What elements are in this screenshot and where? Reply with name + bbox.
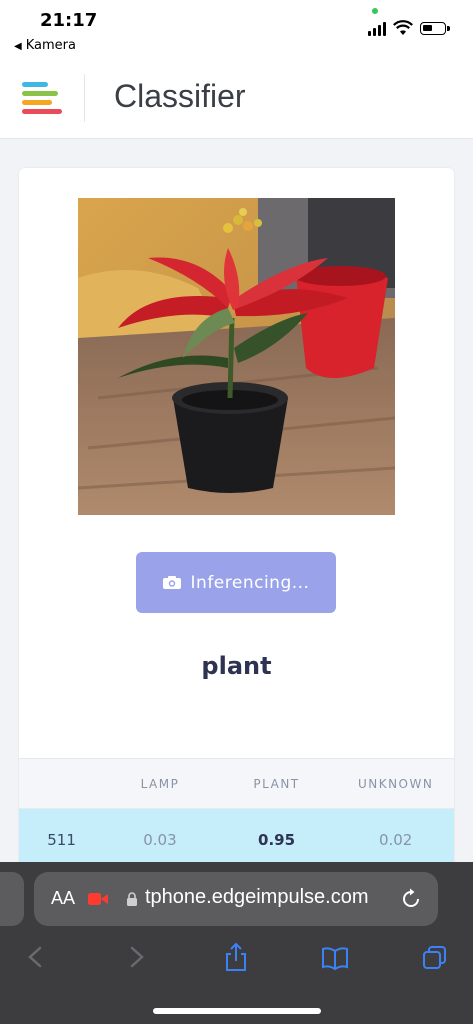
results-table: LAMP PLANT UNKNOWN 511 0.03 0.95 0.02 [19, 758, 454, 868]
back-icon[interactable] [22, 942, 50, 972]
clock: 21:17 [40, 10, 98, 31]
reload-icon[interactable] [400, 888, 422, 910]
column-header: UNKNOWN [337, 758, 454, 809]
camera-recording-icon[interactable] [88, 892, 108, 906]
browser-toolbar: AA tphone.edgeimpulse.com [0, 862, 473, 1024]
column-header: LAMP [104, 758, 216, 809]
header-divider [84, 74, 85, 122]
back-to-app-link[interactable]: ◀ Kamera [14, 38, 76, 53]
forward-icon[interactable] [122, 942, 150, 972]
lamp-score: 0.03 [104, 808, 216, 868]
address-bar[interactable]: AA tphone.edgeimpulse.com [34, 872, 438, 926]
camera-icon [162, 576, 181, 589]
app-header: Classifier [0, 62, 473, 139]
camera-preview-image [78, 198, 395, 515]
battery-icon [420, 22, 450, 35]
column-header: PLANT [215, 758, 338, 809]
column-header [19, 758, 105, 809]
row-id: 511 [19, 808, 105, 868]
unknown-score: 0.02 [337, 808, 454, 868]
table-header-row: LAMP PLANT UNKNOWN [19, 758, 454, 809]
wifi-icon [393, 20, 413, 35]
bookmarks-icon[interactable] [321, 942, 349, 972]
lock-icon [127, 892, 137, 906]
inferencing-button-label: Inferencing... [190, 572, 310, 593]
plant-score: 0.95 [215, 808, 338, 868]
status-bar: 21:17 ◀ Kamera [0, 0, 473, 62]
share-icon[interactable] [222, 942, 250, 972]
classification-result: plant [201, 652, 272, 680]
cellular-signal-icon [368, 22, 388, 36]
edge-impulse-logo [22, 82, 64, 114]
home-indicator[interactable] [153, 1008, 321, 1014]
camera-in-use-indicator [372, 8, 378, 14]
page-title: Classifier [114, 78, 246, 114]
table-row: 511 0.03 0.95 0.02 [19, 808, 454, 868]
previous-tab-pill[interactable] [0, 872, 24, 926]
classifier-card: Inferencing... plant LAMP PLANT UNKNOWN … [19, 168, 454, 868]
back-arrow-icon: ◀ [14, 41, 22, 52]
text-size-button[interactable]: AA [51, 888, 75, 909]
tabs-icon[interactable] [421, 942, 449, 972]
url-text: tphone.edgeimpulse.com [145, 886, 369, 908]
inferencing-button[interactable]: Inferencing... [136, 552, 336, 613]
back-app-label: Kamera [25, 38, 76, 53]
